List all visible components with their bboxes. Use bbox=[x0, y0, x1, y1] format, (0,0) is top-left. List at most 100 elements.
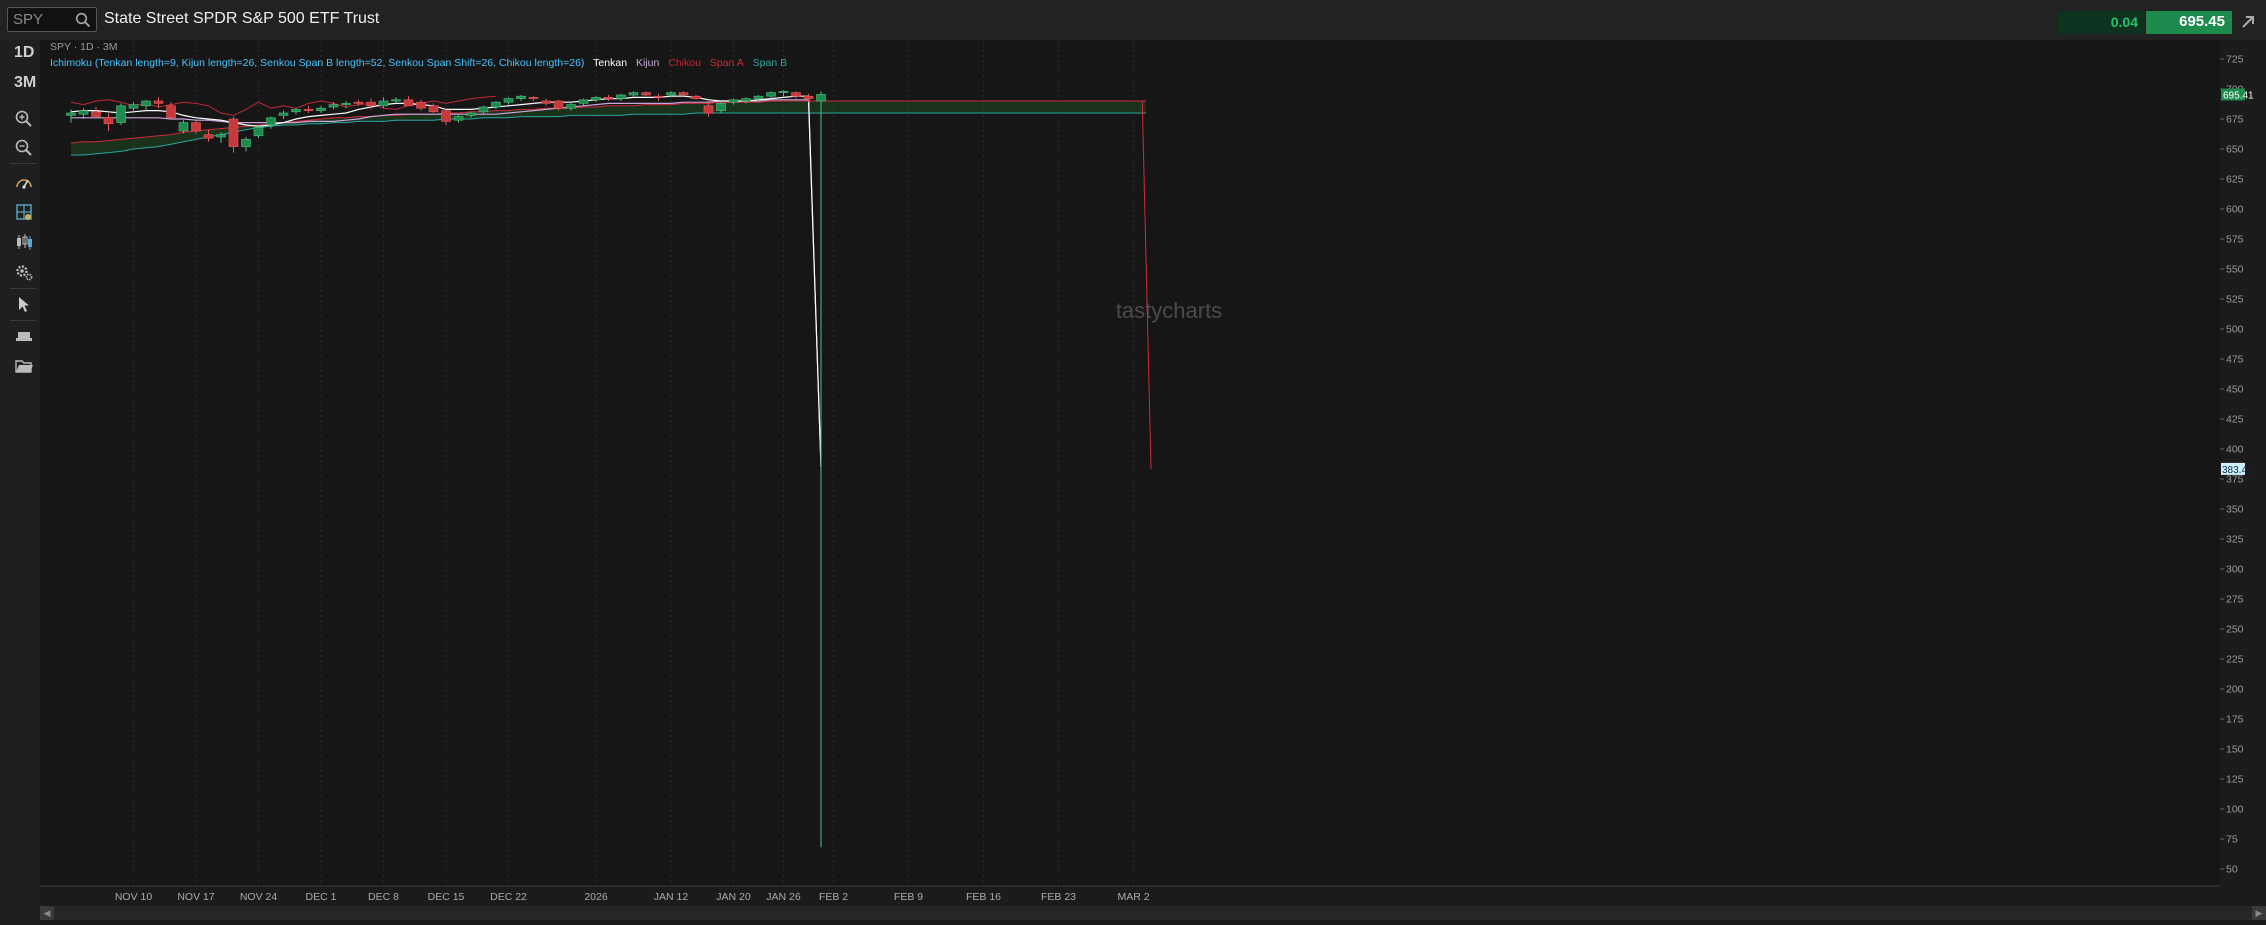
y-tick-label: 350 bbox=[2226, 504, 2244, 516]
drawing-icon[interactable] bbox=[14, 202, 34, 222]
candle-body bbox=[628, 92, 639, 96]
x-tick-label: DEC 1 bbox=[306, 891, 337, 903]
candle-body bbox=[266, 117, 276, 126]
candle-body bbox=[491, 101, 501, 108]
net-change: 0.04 bbox=[2058, 11, 2144, 34]
x-tick-label: NOV 10 bbox=[115, 891, 153, 903]
legend-span-b: Span B bbox=[752, 57, 788, 69]
candle-body bbox=[216, 134, 226, 138]
y-tick-label: 250 bbox=[2226, 624, 2244, 636]
plot-area bbox=[40, 40, 2220, 886]
x-tick-label: FEB 9 bbox=[894, 891, 923, 903]
candle-body bbox=[816, 94, 826, 102]
candle-body bbox=[753, 95, 764, 99]
candle-body bbox=[428, 105, 439, 113]
symbol-input[interactable] bbox=[13, 10, 73, 29]
y-tick-label: 175 bbox=[2226, 714, 2244, 726]
chikou-badge-label: 383.42 bbox=[2222, 465, 2253, 476]
candle-body bbox=[528, 97, 539, 99]
interval-1d-button[interactable]: 1D bbox=[14, 44, 34, 62]
y-tick-label: 50 bbox=[2226, 864, 2238, 876]
y-tick-label: 225 bbox=[2226, 654, 2244, 666]
candle-body bbox=[366, 101, 376, 107]
candle-body bbox=[153, 100, 164, 104]
legend-kijun: Kijun bbox=[635, 57, 660, 69]
y-tick-label: 400 bbox=[2226, 444, 2244, 456]
settings-icon[interactable] bbox=[14, 262, 34, 282]
y-tick-label: 475 bbox=[2226, 354, 2244, 366]
y-tick-label: 625 bbox=[2226, 174, 2244, 186]
candle-body bbox=[441, 110, 451, 122]
candle-body bbox=[541, 100, 551, 104]
y-tick-label: 200 bbox=[2226, 684, 2244, 696]
candle-body bbox=[466, 112, 476, 116]
y-tick-label: 100 bbox=[2226, 804, 2244, 816]
x-tick-label: DEC 22 bbox=[490, 891, 527, 903]
candle-body bbox=[191, 122, 201, 132]
candle-body bbox=[691, 95, 701, 99]
candle-body bbox=[766, 92, 776, 97]
candle-body bbox=[303, 109, 314, 111]
legend-tenkan: Tenkan bbox=[593, 57, 628, 69]
search-icon[interactable] bbox=[75, 12, 91, 28]
template-icon[interactable] bbox=[14, 326, 34, 346]
indicator-name[interactable]: Ichimoku (Tenkan length=9, Kijun length=… bbox=[50, 57, 584, 69]
price-badge-label: 695.41 bbox=[2223, 90, 2254, 101]
candle-body bbox=[591, 97, 601, 101]
zoom-out-icon[interactable] bbox=[14, 138, 34, 158]
candle-body bbox=[253, 127, 264, 137]
chart-style-icon[interactable] bbox=[14, 232, 34, 252]
scroll-left-icon[interactable]: ◀ bbox=[40, 906, 54, 920]
candle-body bbox=[616, 94, 626, 99]
price-chart[interactable]: 7257006756506256005755505255004754504254… bbox=[40, 40, 2266, 925]
y-tick-label: 650 bbox=[2226, 144, 2244, 156]
y-tick-label: 675 bbox=[2226, 114, 2244, 126]
y-tick-label: 325 bbox=[2226, 534, 2244, 546]
candle-body bbox=[566, 104, 576, 109]
x-tick-label: 2026 bbox=[584, 891, 608, 903]
studies-icon[interactable] bbox=[14, 172, 34, 192]
x-tick-label: NOV 17 bbox=[177, 891, 215, 903]
x-tick-label: FEB 23 bbox=[1041, 891, 1076, 903]
candle-body bbox=[103, 117, 114, 125]
candle-body bbox=[91, 111, 101, 117]
cursor-icon[interactable] bbox=[14, 294, 34, 314]
candle-body bbox=[666, 92, 676, 96]
candle-body bbox=[328, 104, 339, 108]
candle-body bbox=[703, 105, 714, 114]
y-tick-label: 450 bbox=[2226, 384, 2244, 396]
candle-body bbox=[116, 105, 126, 123]
range-3m-button[interactable]: 3M bbox=[14, 74, 36, 92]
top-bar: State Street SPDR S&P 500 ETF Trust 0.04… bbox=[0, 0, 2266, 41]
y-tick-label: 425 bbox=[2226, 414, 2244, 426]
candle-body bbox=[678, 92, 689, 96]
x-tick-label: NOV 24 bbox=[240, 891, 278, 903]
candle-body bbox=[341, 103, 351, 105]
candle-body bbox=[278, 112, 289, 116]
symbol-search[interactable] bbox=[7, 7, 97, 32]
time-scrollbar[interactable]: ◀ ▶ bbox=[40, 906, 2266, 920]
candle-body bbox=[716, 103, 726, 111]
popout-icon[interactable] bbox=[2240, 14, 2256, 30]
candle-body bbox=[178, 122, 189, 132]
candle-body bbox=[378, 100, 389, 107]
candle-body bbox=[641, 92, 651, 96]
security-title: State Street SPDR S&P 500 ETF Trust bbox=[104, 10, 380, 27]
candle-body bbox=[291, 109, 301, 113]
y-tick-label: 550 bbox=[2226, 264, 2244, 276]
folder-icon[interactable] bbox=[14, 356, 34, 376]
candle-body bbox=[203, 134, 214, 139]
candle-body bbox=[578, 99, 589, 104]
legend-chikou: Chikou bbox=[668, 57, 701, 69]
candle-body bbox=[66, 112, 76, 116]
candle-body bbox=[603, 97, 614, 99]
x-tick-label: FEB 16 bbox=[966, 891, 1001, 903]
candle-body bbox=[503, 98, 514, 103]
candle-body bbox=[391, 99, 401, 102]
candle-body bbox=[241, 139, 251, 147]
zoom-in-icon[interactable] bbox=[14, 109, 34, 129]
candle-body bbox=[728, 99, 739, 103]
scroll-right-icon[interactable]: ▶ bbox=[2252, 906, 2266, 920]
y-tick-label: 525 bbox=[2226, 294, 2244, 306]
candle-body bbox=[316, 107, 326, 111]
